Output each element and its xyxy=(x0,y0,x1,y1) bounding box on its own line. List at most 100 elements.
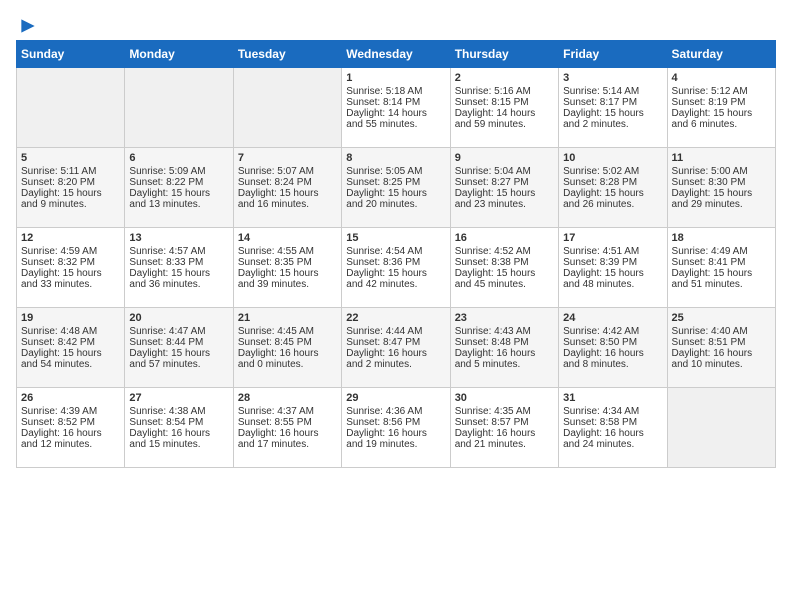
cell-content-line: Sunrise: 5:09 AM xyxy=(129,166,228,177)
cell-content-line: and 39 minutes. xyxy=(238,279,337,290)
calendar-week-row: 1Sunrise: 5:18 AMSunset: 8:14 PMDaylight… xyxy=(17,68,776,148)
calendar-cell: 6Sunrise: 5:09 AMSunset: 8:22 PMDaylight… xyxy=(125,148,233,228)
cell-content-line: Daylight: 15 hours xyxy=(238,268,337,279)
cell-content-line: and 45 minutes. xyxy=(455,279,554,290)
cell-content-line: and 2 minutes. xyxy=(346,359,445,370)
cell-content-line: and 23 minutes. xyxy=(455,199,554,210)
calendar-cell: 3Sunrise: 5:14 AMSunset: 8:17 PMDaylight… xyxy=(559,68,667,148)
day-number: 10 xyxy=(563,152,662,164)
cell-content-line: Sunset: 8:24 PM xyxy=(238,177,337,188)
column-header-wednesday: Wednesday xyxy=(342,41,450,68)
calendar-cell: 28Sunrise: 4:37 AMSunset: 8:55 PMDayligh… xyxy=(233,388,341,468)
cell-content-line: Sunrise: 4:51 AM xyxy=(563,246,662,257)
day-number: 24 xyxy=(563,312,662,324)
cell-content-line: Sunset: 8:20 PM xyxy=(21,177,120,188)
cell-content-line: Sunrise: 4:47 AM xyxy=(129,326,228,337)
cell-content-line: Daylight: 15 hours xyxy=(21,268,120,279)
cell-content-line: Sunrise: 5:00 AM xyxy=(672,166,771,177)
logo xyxy=(16,16,38,36)
cell-content-line: Daylight: 15 hours xyxy=(563,108,662,119)
cell-content-line: Sunset: 8:56 PM xyxy=(346,417,445,428)
calendar-week-row: 12Sunrise: 4:59 AMSunset: 8:32 PMDayligh… xyxy=(17,228,776,308)
cell-content-line: Daylight: 15 hours xyxy=(129,348,228,359)
calendar-cell xyxy=(17,68,125,148)
day-number: 14 xyxy=(238,232,337,244)
day-number: 25 xyxy=(672,312,771,324)
calendar-table: SundayMondayTuesdayWednesdayThursdayFrid… xyxy=(16,40,776,468)
day-number: 7 xyxy=(238,152,337,164)
calendar-cell: 12Sunrise: 4:59 AMSunset: 8:32 PMDayligh… xyxy=(17,228,125,308)
cell-content-line: Sunset: 8:57 PM xyxy=(455,417,554,428)
cell-content-line: Sunset: 8:33 PM xyxy=(129,257,228,268)
calendar-cell xyxy=(125,68,233,148)
cell-content-line: and 29 minutes. xyxy=(672,199,771,210)
cell-content-line: Sunrise: 5:16 AM xyxy=(455,86,554,97)
calendar-cell: 18Sunrise: 4:49 AMSunset: 8:41 PMDayligh… xyxy=(667,228,775,308)
day-number: 27 xyxy=(129,392,228,404)
cell-content-line: Daylight: 16 hours xyxy=(563,348,662,359)
cell-content-line: and 33 minutes. xyxy=(21,279,120,290)
cell-content-line: Sunset: 8:15 PM xyxy=(455,97,554,108)
cell-content-line: Daylight: 16 hours xyxy=(455,428,554,439)
day-number: 1 xyxy=(346,72,445,84)
cell-content-line: and 13 minutes. xyxy=(129,199,228,210)
cell-content-line: Sunrise: 4:37 AM xyxy=(238,406,337,417)
cell-content-line: Sunset: 8:48 PM xyxy=(455,337,554,348)
cell-content-line: Daylight: 15 hours xyxy=(672,108,771,119)
calendar-cell: 5 Sunrise: 5:11 AMSunset: 8:20 PMDaylight… xyxy=(17,148,125,228)
cell-content-line: and 36 minutes. xyxy=(129,279,228,290)
cell-content-line: Daylight: 14 hours xyxy=(346,108,445,119)
calendar-cell: 26Sunrise: 4:39 AMSunset: 8:52 PMDayligh… xyxy=(17,388,125,468)
cell-content-line: Sunset: 8:30 PM xyxy=(672,177,771,188)
calendar-cell: 15Sunrise: 4:54 AMSunset: 8:36 PMDayligh… xyxy=(342,228,450,308)
cell-content-line: Sunrise: 5:11 AM xyxy=(21,166,120,177)
cell-content-line: Daylight: 15 hours xyxy=(346,268,445,279)
cell-content-line: Sunset: 8:38 PM xyxy=(455,257,554,268)
calendar-cell: 8Sunrise: 5:05 AMSunset: 8:25 PMDaylight… xyxy=(342,148,450,228)
day-number: 29 xyxy=(346,392,445,404)
calendar-cell: 16Sunrise: 4:52 AMSunset: 8:38 PMDayligh… xyxy=(450,228,558,308)
cell-content-line: Sunset: 8:22 PM xyxy=(129,177,228,188)
cell-content-line: Sunset: 8:28 PM xyxy=(563,177,662,188)
column-header-saturday: Saturday xyxy=(667,41,775,68)
day-number: 26 xyxy=(21,392,120,404)
cell-content-line: Sunset: 8:17 PM xyxy=(563,97,662,108)
cell-content-line: Daylight: 15 hours xyxy=(21,188,120,199)
cell-content-line: and 21 minutes. xyxy=(455,439,554,450)
cell-content-line: Sunrise: 4:39 AM xyxy=(21,406,120,417)
calendar-week-row: 19Sunrise: 4:48 AMSunset: 8:42 PMDayligh… xyxy=(17,308,776,388)
cell-content-line: Sunrise: 4:49 AM xyxy=(672,246,771,257)
cell-content-line: and 24 minutes. xyxy=(563,439,662,450)
cell-content-line: Sunrise: 4:59 AM xyxy=(21,246,120,257)
cell-content-line: and 20 minutes. xyxy=(346,199,445,210)
cell-content-line: Daylight: 15 hours xyxy=(238,188,337,199)
calendar-week-row: 5Sunrise: 5:11 AMSunset: 8:20 PMDaylight… xyxy=(17,148,776,228)
cell-content-line: Daylight: 15 hours xyxy=(346,188,445,199)
cell-content-line: and 10 minutes. xyxy=(672,359,771,370)
cell-content-line: and 5 minutes. xyxy=(455,359,554,370)
cell-content-line: Sunset: 8:19 PM xyxy=(672,97,771,108)
cell-content-line: Sunset: 8:27 PM xyxy=(455,177,554,188)
cell-content-line: Daylight: 15 hours xyxy=(129,268,228,279)
calendar-cell: 2Sunrise: 5:16 AMSunset: 8:15 PMDaylight… xyxy=(450,68,558,148)
cell-content-line: Daylight: 15 hours xyxy=(455,188,554,199)
calendar-week-row: 26Sunrise: 4:39 AMSunset: 8:52 PMDayligh… xyxy=(17,388,776,468)
cell-content-line: Daylight: 16 hours xyxy=(455,348,554,359)
calendar-cell: 9Sunrise: 5:04 AMSunset: 8:27 PMDaylight… xyxy=(450,148,558,228)
day-number: 9 xyxy=(455,152,554,164)
cell-content-line: Sunrise: 5:05 AM xyxy=(346,166,445,177)
cell-content-line: Sunset: 8:39 PM xyxy=(563,257,662,268)
cell-content-line: Daylight: 16 hours xyxy=(563,428,662,439)
cell-content-line: and 57 minutes. xyxy=(129,359,228,370)
day-number: 5 xyxy=(21,152,120,164)
cell-content-line: Sunrise: 4:43 AM xyxy=(455,326,554,337)
cell-content-line: and 15 minutes. xyxy=(129,439,228,450)
cell-content-line: Sunset: 8:36 PM xyxy=(346,257,445,268)
cell-content-line: Sunset: 8:42 PM xyxy=(21,337,120,348)
cell-content-line: Sunset: 8:58 PM xyxy=(563,417,662,428)
cell-content-line: and 55 minutes. xyxy=(346,119,445,130)
cell-content-line: Sunset: 8:45 PM xyxy=(238,337,337,348)
calendar-cell: 14Sunrise: 4:55 AMSunset: 8:35 PMDayligh… xyxy=(233,228,341,308)
cell-content-line: and 59 minutes. xyxy=(455,119,554,130)
day-number: 12 xyxy=(21,232,120,244)
